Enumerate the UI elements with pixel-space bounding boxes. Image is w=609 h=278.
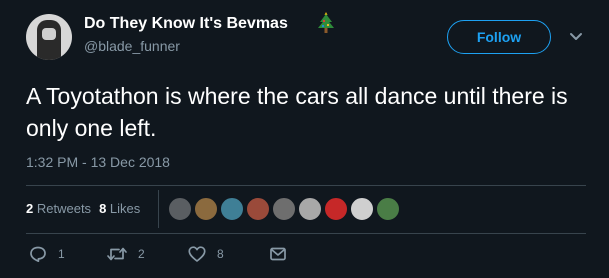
liker-avatar-6[interactable] (298, 197, 322, 221)
direct-message-icon (270, 247, 286, 261)
like-icon (188, 246, 206, 262)
likes-label: Likes (109, 201, 141, 216)
liker-avatar-1[interactable] (168, 197, 192, 221)
retweet-button[interactable]: 2 (106, 244, 145, 264)
stats-divider (158, 190, 159, 228)
divider-bottom (26, 233, 586, 234)
liker-avatar-2[interactable] (194, 197, 218, 221)
liker-avatar-5[interactable] (272, 197, 296, 221)
like-count: 8 (217, 247, 224, 261)
retweet-icon (107, 247, 127, 261)
chevron-down-icon[interactable] (569, 32, 583, 42)
user-handle[interactable]: @blade_funner (84, 38, 180, 54)
like-button[interactable]: 8 (187, 244, 224, 264)
reply-button[interactable]: 1 (28, 244, 65, 264)
divider-top (26, 185, 586, 186)
tweet-card: Do They Know It's Bevmas @blade_funner F… (0, 0, 609, 278)
tweet-timestamp[interactable]: 1:32 PM - 13 Dec 2018 (26, 154, 170, 170)
user-display-name[interactable]: Do They Know It's Bevmas (84, 15, 288, 33)
christmas-tree-icon (318, 12, 334, 33)
likes-stat[interactable]: 8 Likes (99, 201, 140, 216)
liker-avatar-3[interactable] (220, 197, 244, 221)
engagement-stats: 2 Retweets 8 Likes (26, 201, 140, 216)
retweets-label: Retweets (36, 201, 92, 216)
avatar-face (42, 28, 56, 40)
liker-avatar-9[interactable] (376, 197, 400, 221)
liker-avatar-4[interactable] (246, 197, 270, 221)
retweets-stat[interactable]: 2 Retweets (26, 201, 91, 216)
direct-message-button[interactable] (268, 244, 288, 264)
likes-count: 8 (99, 201, 107, 216)
user-avatar[interactable] (26, 14, 72, 60)
avatar-figure (37, 20, 61, 60)
reply-count: 1 (58, 247, 65, 261)
liker-avatar-8[interactable] (350, 197, 374, 221)
reply-icon (30, 246, 46, 263)
retweets-count: 2 (26, 201, 34, 216)
follow-button[interactable]: Follow (447, 20, 551, 54)
retweet-count: 2 (138, 247, 145, 261)
tweet-text: A Toyotathon is where the cars all dance… (26, 83, 568, 141)
liker-avatar-7[interactable] (324, 197, 348, 221)
